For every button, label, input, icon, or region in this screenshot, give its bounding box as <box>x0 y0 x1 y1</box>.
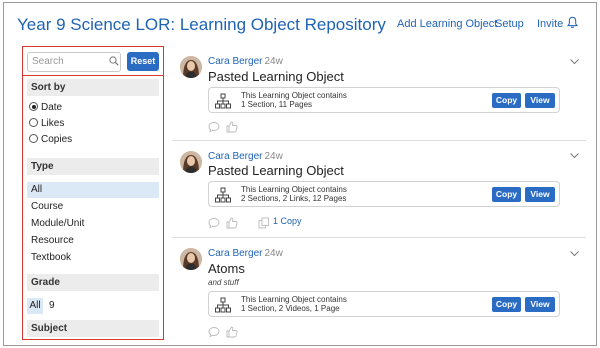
avatar[interactable] <box>180 248 202 270</box>
contents-summary: This Learning Object contains 2 Sections… <box>208 181 560 207</box>
learning-object-title[interactable]: Pasted Learning Object <box>208 69 344 84</box>
reset-button[interactable]: Reset <box>127 52 159 71</box>
comment-icon[interactable] <box>208 121 220 133</box>
search-icon[interactable] <box>109 56 119 66</box>
chevron-down-icon[interactable] <box>570 59 579 65</box>
view-button[interactable]: View <box>525 187 555 202</box>
like-icon[interactable] <box>226 326 238 338</box>
post-age: 24w <box>264 151 283 162</box>
avatar[interactable] <box>180 56 202 78</box>
contents-detail: 2 Sections, 2 Links, 12 Pages <box>241 194 347 203</box>
subject-heading: Subject <box>27 320 159 337</box>
post-age: 24w <box>264 56 283 67</box>
contents-summary: This Learning Object contains 1 Section,… <box>208 291 560 317</box>
type-item-module-unit[interactable]: Module/Unit <box>27 216 159 232</box>
view-button[interactable]: View <box>525 297 555 312</box>
search-input[interactable]: Search <box>27 52 121 72</box>
author-line: Cara Berger 24w <box>208 248 283 259</box>
author-name[interactable]: Cara Berger <box>208 56 262 67</box>
hierarchy-icon <box>215 297 231 313</box>
learning-object-description: and stuff <box>208 278 239 287</box>
contents-detail: 1 Section, 2 Videos, 1 Page <box>241 304 340 313</box>
learning-object-card: Cara Berger 24w Atoms and stuff This Lear… <box>172 238 586 345</box>
copy-button[interactable]: Copy <box>492 93 521 108</box>
contents-text: This Learning Object contains 2 Sections… <box>241 185 347 203</box>
radio-icon[interactable] <box>29 134 38 143</box>
copy-count[interactable]: 1 Copy <box>273 216 302 226</box>
post-age: 24w <box>264 248 283 259</box>
copy-button[interactable]: Copy <box>492 187 521 202</box>
learning-object-card: Cara Berger 24w Pasted Learning Object Th… <box>172 47 586 139</box>
contents-text: This Learning Object contains 1 Section,… <box>241 295 347 313</box>
contents-line: This Learning Object contains <box>241 295 347 304</box>
radio-selected-icon[interactable] <box>29 102 38 111</box>
grade-heading: Grade <box>27 274 159 291</box>
hierarchy-icon <box>215 93 231 109</box>
top-bar: Year 9 Science LOR: Learning Object Repo… <box>4 3 596 45</box>
type-heading: Type <box>27 158 159 175</box>
like-icon[interactable] <box>226 217 238 229</box>
setup-link[interactable]: Setup <box>495 18 524 30</box>
post-actions: 1 Copy <box>208 216 328 229</box>
learning-object-title[interactable]: Pasted Learning Object <box>208 163 344 178</box>
chevron-down-icon[interactable] <box>570 251 579 257</box>
filter-panel: Sort by Date Likes Copies Type All Cours… <box>22 75 164 340</box>
contents-text: This Learning Object contains 1 Section,… <box>241 91 347 109</box>
radio-icon[interactable] <box>29 118 38 127</box>
add-learning-object-link[interactable]: Add Learning Object <box>397 18 497 30</box>
sort-heading: Sort by <box>27 79 159 96</box>
avatar-photo-icon <box>180 56 202 78</box>
page-title: Year 9 Science LOR: Learning Object Repo… <box>17 15 386 34</box>
sort-option-copies[interactable]: Copies <box>29 134 72 145</box>
author-name[interactable]: Cara Berger <box>208 151 262 162</box>
hierarchy-icon <box>215 187 231 203</box>
comment-icon[interactable] <box>208 217 220 229</box>
comment-icon[interactable] <box>208 326 220 338</box>
copy-button[interactable]: Copy <box>492 297 521 312</box>
grade-item-all[interactable]: All <box>27 298 43 314</box>
author-line: Cara Berger 24w <box>208 56 283 67</box>
copies-icon[interactable] <box>258 217 270 229</box>
avatar-photo-icon <box>180 248 202 270</box>
sort-option-likes[interactable]: Likes <box>29 118 64 129</box>
contents-line: This Learning Object contains <box>241 91 347 100</box>
author-line: Cara Berger 24w <box>208 151 283 162</box>
sort-option-date[interactable]: Date <box>29 102 62 113</box>
learning-object-title[interactable]: Atoms <box>208 261 245 276</box>
grade-item-9[interactable]: 9 <box>49 298 55 314</box>
sort-option-label: Date <box>41 102 63 113</box>
type-item-course[interactable]: Course <box>27 199 159 215</box>
chevron-down-icon[interactable] <box>570 153 579 159</box>
app-window: Year 9 Science LOR: Learning Object Repo… <box>3 2 597 346</box>
sort-option-label: Likes <box>41 118 65 129</box>
type-item-resource[interactable]: Resource <box>27 233 159 249</box>
search-area: Search Reset <box>22 46 164 76</box>
author-name[interactable]: Cara Berger <box>208 248 262 259</box>
contents-summary: This Learning Object contains 1 Section,… <box>208 87 560 113</box>
invite-link[interactable]: Invite <box>537 18 563 30</box>
view-button[interactable]: View <box>525 93 555 108</box>
bell-icon[interactable] <box>567 16 578 29</box>
avatar-photo-icon <box>180 151 202 173</box>
type-item-textbook[interactable]: Textbook <box>27 250 159 266</box>
type-item-all[interactable]: All <box>27 182 159 198</box>
contents-line: This Learning Object contains <box>241 185 347 194</box>
sort-option-label: Copies <box>41 134 73 145</box>
avatar[interactable] <box>180 151 202 173</box>
contents-detail: 1 Section, 11 Pages <box>241 100 313 109</box>
like-icon[interactable] <box>226 121 238 133</box>
learning-object-card: Cara Berger 24w Pasted Learning Object Th… <box>172 141 586 237</box>
